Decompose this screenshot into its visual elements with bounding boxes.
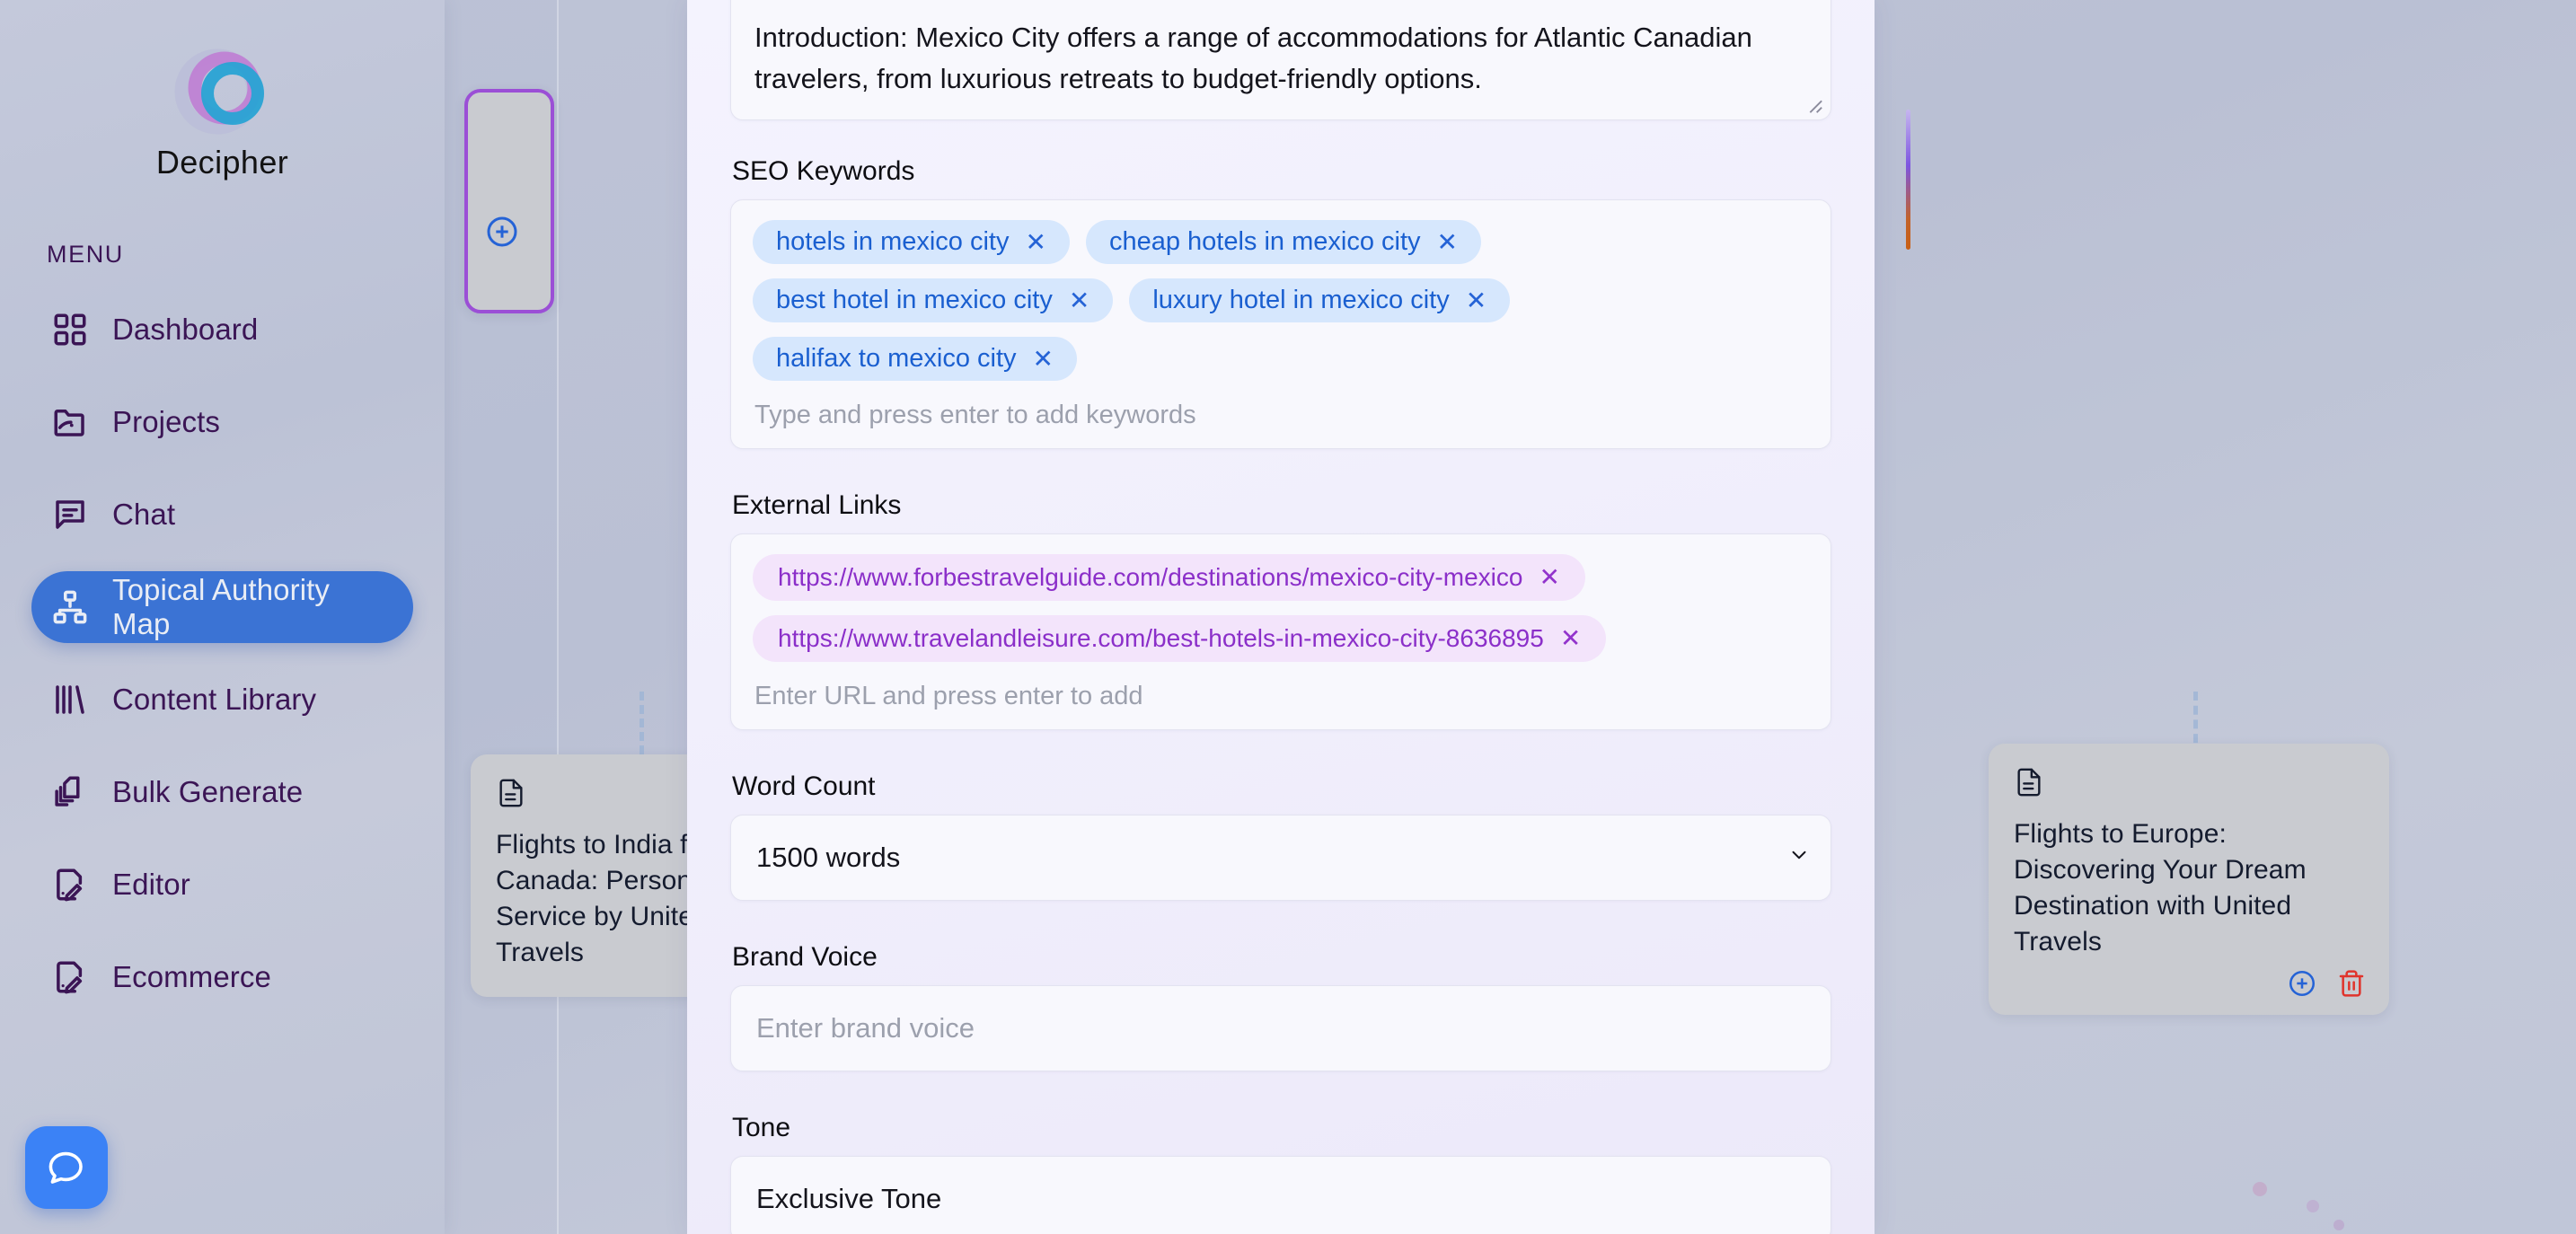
decorative-dots	[2183, 1168, 2452, 1234]
document-lines-icon	[2014, 767, 2364, 802]
sidebar-item-label: Editor	[112, 868, 190, 901]
sidebar-item-label: Bulk Generate	[112, 775, 304, 808]
app-root: Flights to India from Canada: Personaliz…	[0, 0, 2576, 1234]
external-links-input[interactable]: Enter URL and press enter to add	[753, 682, 1809, 711]
tone-field: Tone Exclusive Tone	[730, 1113, 1831, 1234]
content-settings-panel: Introduction: Mexico City offers a range…	[687, 0, 1875, 1234]
seo-keyword-chip[interactable]: cheap hotels in mexico city ✕	[1085, 220, 1481, 264]
word-count-select[interactable]: 1500 words	[730, 815, 1831, 901]
chat-support-button[interactable]	[25, 1126, 108, 1209]
external-link-chip[interactable]: https://www.travelandleisure.com/best-ho…	[753, 615, 1607, 662]
sidebar-item-editor[interactable]: Editor	[31, 849, 413, 921]
sidebar-item-label: Chat	[112, 498, 176, 531]
sidebar: Decipher MENU Dashboard Projects Chat To…	[0, 0, 445, 1234]
close-icon[interactable]: ✕	[1560, 626, 1581, 651]
tone-value: Exclusive Tone	[756, 1183, 942, 1214]
decipher-circles-logo	[172, 41, 273, 142]
sidebar-item-label: Ecommerce	[112, 960, 271, 993]
external-links-label: External Links	[732, 490, 902, 520]
seo-keywords-field: SEO Keywords hotels in mexico city ✕ che…	[730, 156, 1831, 449]
word-count-field: Word Count 1500 words	[730, 771, 1831, 901]
sidebar-item-label: Dashboard	[112, 313, 259, 346]
chip-label: halifax to mexico city	[776, 344, 1017, 373]
external-link-chip[interactable]: https://www.forbestravelguide.com/destin…	[753, 554, 1585, 601]
sidebar-item-projects[interactable]: Projects	[31, 386, 413, 458]
sidebar-item-dashboard[interactable]: Dashboard	[31, 294, 413, 366]
chat-bubble-icon	[49, 1151, 83, 1184]
external-links-chip-list: https://www.forbestravelguide.com/destin…	[753, 554, 1809, 662]
brand-voice-input[interactable]: Enter brand voice	[730, 985, 1831, 1071]
close-icon[interactable]: ✕	[1069, 287, 1090, 313]
word-count-value: 1500 words	[756, 842, 901, 873]
word-count-label: Word Count	[732, 771, 876, 801]
books-icon	[56, 685, 84, 714]
copy-documents-icon	[55, 776, 80, 807]
seo-keyword-chip[interactable]: hotels in mexico city ✕	[753, 220, 1070, 264]
chevron-down-icon[interactable]	[1787, 842, 1811, 874]
sidebar-item-chat[interactable]: Chat	[31, 479, 413, 551]
sidebar-item-label: Topical Authority Map	[112, 573, 330, 640]
board-node-empty[interactable]	[464, 89, 554, 313]
sidebar-item-ecommerce[interactable]: Ecommerce	[31, 941, 413, 1013]
sitemap-icon	[53, 590, 87, 624]
chip-label: https://www.forbestravelguide.com/destin…	[778, 563, 1523, 591]
chip-label: cheap hotels in mexico city	[1108, 227, 1421, 256]
seo-keyword-chip[interactable]: best hotel in mexico city ✕	[753, 278, 1114, 322]
sidebar-menu: Dashboard Projects Chat Topical Authorit…	[0, 294, 445, 1013]
close-icon[interactable]: ✕	[1033, 346, 1054, 372]
connector-gradient	[1906, 110, 1910, 250]
tone-select[interactable]: Exclusive Tone	[730, 1156, 1831, 1234]
chip-label: hotels in mexico city	[776, 227, 1010, 256]
seo-keywords-chip-list: hotels in mexico city ✕ cheap hotels in …	[753, 220, 1809, 381]
external-links-box[interactable]: https://www.forbestravelguide.com/destin…	[730, 533, 1831, 730]
grid-icon	[54, 313, 86, 346]
sidebar-item-label: Content Library	[112, 683, 317, 716]
sidebar-section-label: MENU	[47, 241, 124, 268]
brand-voice-label: Brand Voice	[732, 942, 878, 972]
introduction-textarea-value: Introduction: Mexico City offers a range…	[754, 22, 1752, 94]
close-icon[interactable]: ✕	[1437, 229, 1458, 255]
board-node-actions	[2287, 968, 2366, 999]
chat-bubble-icon	[56, 500, 84, 529]
sidebar-item-topical-authority-map[interactable]: Topical Authority Map	[31, 571, 413, 643]
sidebar-item-bulk-generate[interactable]: Bulk Generate	[31, 756, 413, 828]
close-icon[interactable]: ✕	[1466, 287, 1486, 313]
trash-icon[interactable]	[2337, 969, 2366, 998]
external-links-field: External Links https://www.forbestravelg…	[730, 490, 1831, 730]
textarea-resize-handle[interactable]	[1804, 94, 1823, 114]
chip-label: luxury hotel in mexico city	[1152, 286, 1450, 314]
plus-circle-icon[interactable]	[484, 214, 520, 254]
chip-label: best hotel in mexico city	[776, 286, 1053, 314]
seo-keywords-box[interactable]: hotels in mexico city ✕ cheap hotels in …	[730, 199, 1831, 449]
document-pencil-icon	[57, 868, 83, 902]
sidebar-item-content-library[interactable]: Content Library	[31, 664, 413, 736]
document-pencil-icon	[57, 961, 83, 994]
seo-keyword-chip[interactable]: luxury hotel in mexico city ✕	[1129, 278, 1511, 322]
close-icon[interactable]: ✕	[1539, 565, 1559, 590]
introduction-textarea[interactable]: Introduction: Mexico City offers a range…	[730, 0, 1831, 120]
seo-keywords-input[interactable]: Type and press enter to add keywords	[753, 401, 1809, 430]
plus-circle-icon[interactable]	[2287, 968, 2317, 999]
brand-voice-field: Brand Voice Enter brand voice	[730, 942, 1831, 1071]
brand-name: Decipher	[155, 144, 289, 181]
seo-keywords-label: SEO Keywords	[732, 156, 915, 186]
brand[interactable]: Decipher	[0, 0, 445, 181]
folder-open-icon	[54, 410, 84, 436]
seo-keyword-chip[interactable]: halifax to mexico city ✕	[753, 337, 1078, 381]
board-node-flights-europe[interactable]: Flights to Europe: Discovering Your Drea…	[1989, 744, 2389, 1015]
sidebar-item-label: Projects	[112, 405, 221, 438]
tone-label: Tone	[732, 1113, 791, 1142]
board-node-title: Flights to Europe: Discovering Your Drea…	[2014, 819, 2307, 956]
chip-label: https://www.travelandleisure.com/best-ho…	[778, 624, 1544, 652]
close-icon[interactable]: ✕	[1026, 229, 1046, 255]
